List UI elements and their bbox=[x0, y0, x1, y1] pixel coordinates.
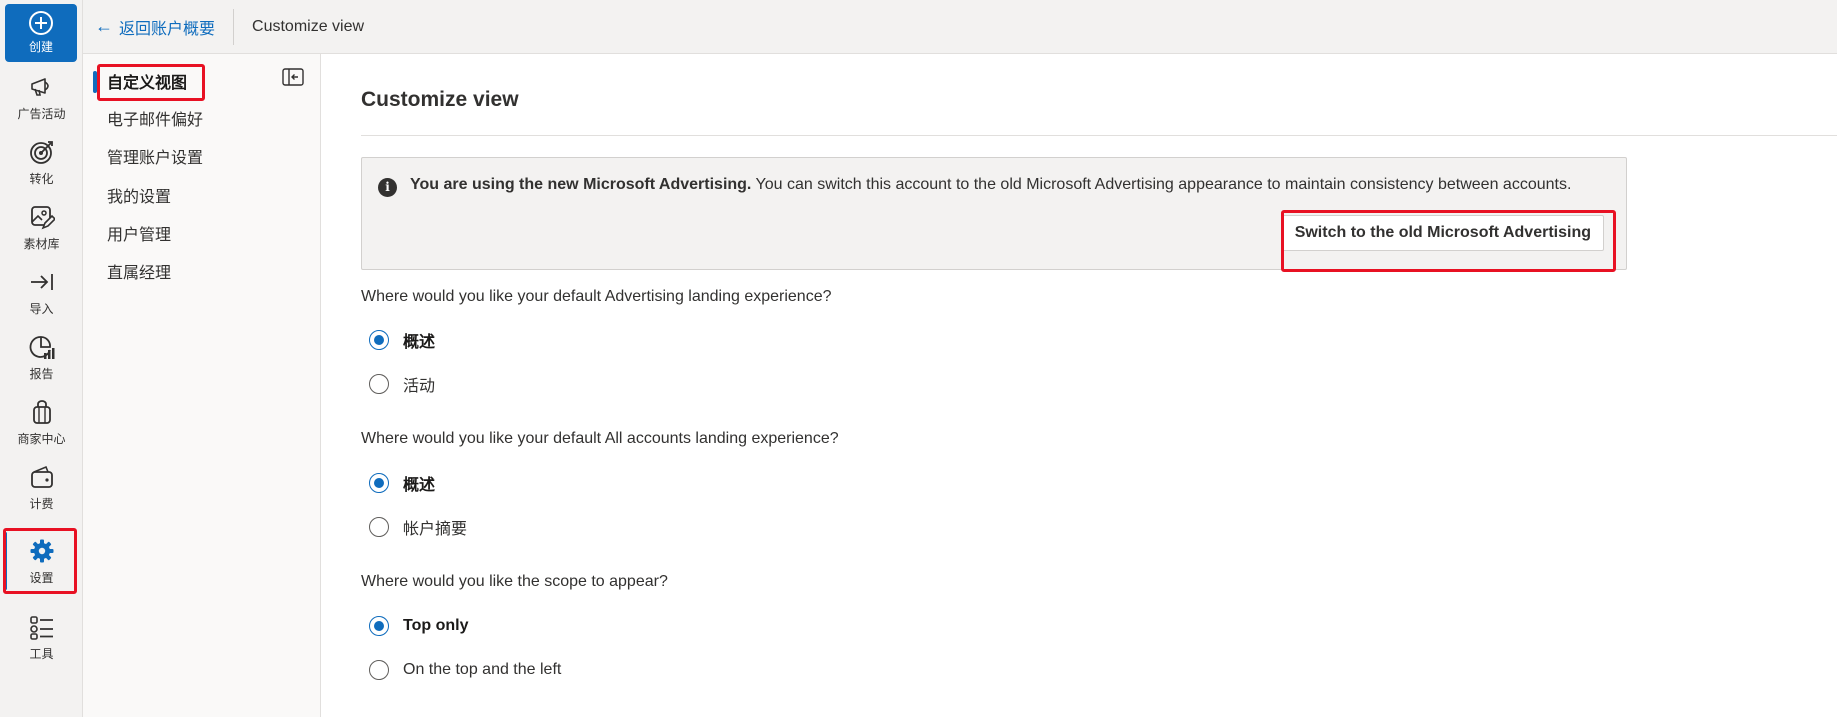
switch-to-old-advertising-button[interactable]: Switch to the old Microsoft Advertising bbox=[1281, 215, 1604, 251]
radio-option[interactable]: 帐户摘要 bbox=[369, 515, 467, 539]
subnav-item-direct-manager[interactable]: 直属经理 bbox=[107, 260, 171, 288]
header-divider bbox=[233, 8, 235, 45]
subnav-item-manage-account-settings[interactable]: 管理账户设置 bbox=[107, 145, 203, 173]
subnav-item-user-management[interactable]: 用户管理 bbox=[107, 222, 171, 250]
rail-item-label: 计费 bbox=[29, 496, 54, 511]
radio-option-label: Top only bbox=[403, 617, 469, 634]
radio-option-label: On the top and the left bbox=[403, 661, 562, 678]
rail-item-tools[interactable]: 工具 bbox=[0, 606, 83, 668]
rail-item-reports[interactable]: 报告 bbox=[0, 326, 83, 388]
info-message-text: You are using the new Microsoft Advertis… bbox=[410, 176, 1571, 194]
radio-button-selected[interactable] bbox=[369, 330, 389, 350]
top-header: ← 返回账户概要 Customize view bbox=[83, 0, 1837, 54]
create-button[interactable]: 创建 bbox=[5, 4, 77, 62]
question-advertising-landing: Where would you like your default Advert… bbox=[361, 288, 832, 305]
left-rail: 创建 广告活动 转化 素材库 导入 报告 商家中心 计费 设置 工具 bbox=[0, 0, 83, 717]
header-title: Customize view bbox=[252, 17, 365, 35]
info-icon: i bbox=[378, 178, 397, 197]
title-divider bbox=[361, 135, 1837, 136]
settings-subnav: 自定义视图 电子邮件偏好 管理账户设置 我的设置 用户管理 直属经理 bbox=[83, 54, 321, 717]
rail-item-conversions[interactable]: 转化 bbox=[0, 131, 83, 193]
rail-item-label: 设置 bbox=[29, 570, 54, 585]
info-message-bold: You are using the new Microsoft Advertis… bbox=[410, 176, 752, 193]
radio-option[interactable]: 概述 bbox=[369, 471, 435, 495]
rail-item-merchant-center[interactable]: 商家中心 bbox=[0, 391, 83, 453]
tools-list-icon bbox=[28, 613, 56, 641]
rail-item-label: 商家中心 bbox=[17, 431, 66, 446]
shopping-bag-icon bbox=[28, 398, 56, 426]
rail-item-billing[interactable]: 计费 bbox=[0, 456, 83, 518]
megaphone-icon bbox=[28, 73, 56, 101]
radio-button-selected[interactable] bbox=[369, 473, 389, 493]
radio-option[interactable]: 概述 bbox=[369, 328, 435, 352]
question-scope-appearance: Where would you like the scope to appear… bbox=[361, 573, 668, 590]
back-to-account-summary-link[interactable]: ← 返回账户概要 bbox=[83, 0, 215, 53]
rail-item-label: 转化 bbox=[29, 171, 54, 186]
info-message-detail: You can switch this account to the old M… bbox=[751, 176, 1572, 193]
rail-item-label: 工具 bbox=[29, 646, 54, 661]
rail-item-campaigns[interactable]: 广告活动 bbox=[0, 66, 83, 128]
subnav-item-my-settings[interactable]: 我的设置 bbox=[107, 184, 171, 212]
subnav-selection-indicator bbox=[93, 71, 97, 93]
subnav-item-customize-view[interactable]: 自定义视图 bbox=[107, 70, 187, 98]
gear-icon bbox=[28, 537, 56, 565]
rail-item-label: 广告活动 bbox=[17, 106, 66, 121]
page-title: Customize view bbox=[361, 88, 519, 111]
back-link-label: 返回账户概要 bbox=[119, 20, 216, 38]
radio-option[interactable]: 活动 bbox=[369, 372, 435, 396]
radio-option-label: 帐户摘要 bbox=[403, 521, 468, 538]
info-message-bar: i You are using the new Microsoft Advert… bbox=[361, 157, 1627, 270]
subnav-item-email-preferences[interactable]: 电子邮件偏好 bbox=[107, 107, 203, 135]
create-label: 创建 bbox=[28, 40, 53, 54]
radio-button-selected[interactable] bbox=[369, 616, 389, 636]
question-all-accounts-landing: Where would you like your default All ac… bbox=[361, 430, 839, 447]
arrow-left-icon: ← bbox=[95, 16, 113, 36]
rail-item-label: 素材库 bbox=[23, 236, 60, 251]
radio-option-label: 活动 bbox=[403, 378, 436, 395]
radio-option-label: 概述 bbox=[403, 334, 436, 351]
radio-option[interactable]: On the top and the left bbox=[369, 658, 561, 682]
plus-circle-icon bbox=[29, 11, 53, 35]
main-content: Customize view i You are using the new M… bbox=[321, 54, 1837, 717]
collapse-panel-icon[interactable] bbox=[282, 68, 304, 86]
image-edit-icon bbox=[28, 203, 56, 231]
rail-item-asset-library[interactable]: 素材库 bbox=[0, 196, 83, 258]
import-arrow-icon bbox=[28, 268, 56, 296]
wallet-icon bbox=[28, 463, 56, 491]
chart-pie-icon bbox=[28, 333, 56, 361]
radio-button[interactable] bbox=[369, 660, 389, 680]
rail-item-label: 导入 bbox=[29, 301, 54, 316]
rail-item-import[interactable]: 导入 bbox=[0, 261, 83, 323]
rail-item-label: 报告 bbox=[29, 366, 54, 381]
radio-option-label: 概述 bbox=[403, 477, 436, 494]
target-icon bbox=[28, 138, 56, 166]
radio-button[interactable] bbox=[369, 517, 389, 537]
rail-item-settings[interactable]: 设置 bbox=[0, 530, 83, 592]
radio-button[interactable] bbox=[369, 374, 389, 394]
radio-option[interactable]: Top only bbox=[369, 614, 468, 638]
